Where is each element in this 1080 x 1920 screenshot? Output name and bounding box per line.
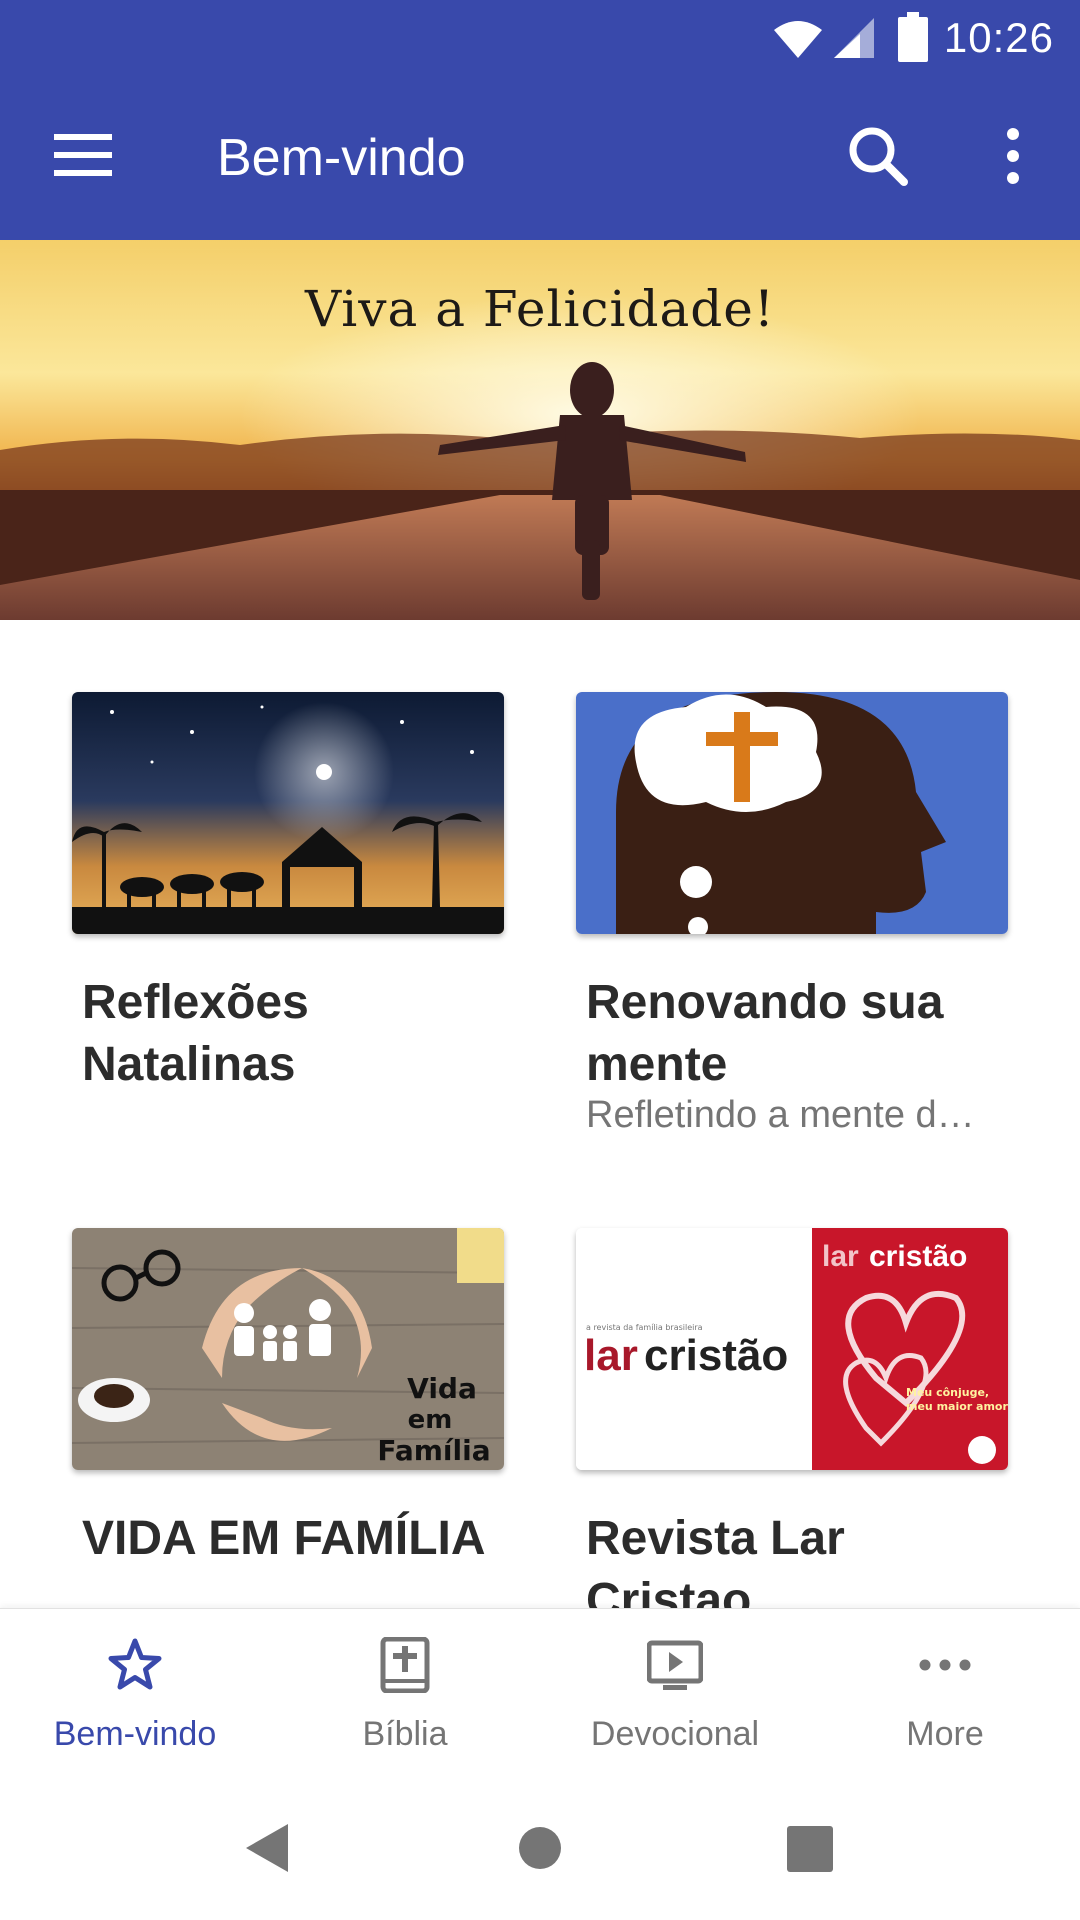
search-icon [849,127,908,186]
clock: 10:26 [943,14,1054,61]
nav-label: Devocional [590,1715,760,1753]
card-title: Reflexões Natalinas [82,976,309,1091]
family-image: Vida em Família [72,1228,504,1470]
home-icon[interactable] [518,1826,562,1870]
bible-icon [380,1637,430,1693]
nav-item-more[interactable]: More [810,1609,1080,1777]
card-title: Renovando sua mente [586,976,944,1091]
search-button[interactable] [846,124,910,188]
card-revista-lar-cristao[interactable]: a revista da família brasileira lar cris… [576,1228,1008,1627]
card-vida-em-familia[interactable]: Vida em Família VIDA EM FAMÍLIA [72,1228,504,1608]
page-title: Bem-vindo [217,129,466,187]
system-navigation-bar [0,1776,1080,1920]
card-thumbnail: Vida em Família [72,1228,504,1470]
card-reflexoes-natalinas[interactable]: Reflexões Natalinas [72,692,504,1112]
banner-title: Viva a Felicidade! [305,280,775,338]
card-renovando-sua-mente[interactable]: Renovando sua mente Refletindo a mente d… [576,692,1008,1152]
menu-button[interactable] [48,124,120,186]
mind-cross-image [576,692,1008,934]
wifi-icon [774,21,822,58]
card-subtitle: Refletindo a mente d… [586,1094,975,1136]
svg-text:em: em [408,1405,453,1435]
status-bar: 10:26 [0,0,1080,78]
bottom-navigation: Bem-vindo Bíblia Devocional More [0,1608,1080,1776]
app-screen: 10:26 Bem-vindo Viva a Felicidade! Refle… [0,0,1080,1920]
svg-text:lar: lar [822,1240,859,1273]
nativity-image [72,692,504,934]
battery-icon [898,12,928,62]
star-icon [108,1638,162,1690]
back-icon[interactable] [244,1822,290,1874]
svg-text:cristão: cristão [869,1240,967,1273]
svg-text:cristão: cristão [644,1331,788,1380]
svg-text:meu maior amor: meu maior amor [906,1400,1008,1413]
svg-text:Vida: Vida [407,1372,477,1405]
nav-item-bem-vindo[interactable]: Bem-vindo [0,1609,270,1777]
nav-label: More [906,1715,984,1753]
svg-text:lar: lar [584,1331,638,1380]
app-bar: 10:26 Bem-vindo [0,0,1080,240]
more-vert-icon [1007,128,1019,184]
hero-banner[interactable]: Viva a Felicidade! [0,240,1080,620]
nav-item-biblia[interactable]: Bíblia [270,1609,540,1777]
more-horiz-icon [919,1659,971,1671]
video-icon [647,1640,703,1690]
nav-item-devocional[interactable]: Devocional [540,1609,810,1777]
card-thumbnail [72,692,504,934]
card-title: VIDA EM FAMÍLIA [82,1512,486,1565]
recents-icon[interactable] [787,1826,833,1872]
card-thumbnail: a revista da família brasileira lar cris… [576,1228,1008,1470]
card-thumbnail [576,692,1008,934]
nav-label: Bem-vindo [53,1715,217,1753]
nav-label: Bíblia [362,1715,448,1753]
menu-icon [54,134,112,176]
svg-text:Família: Família [377,1434,490,1467]
svg-text:Meu cônjuge,: Meu cônjuge, [906,1386,989,1399]
magazine-image: a revista da família brasileira lar cris… [576,1228,1008,1470]
signal-icon [834,18,874,58]
overflow-menu-button[interactable] [996,126,1030,186]
